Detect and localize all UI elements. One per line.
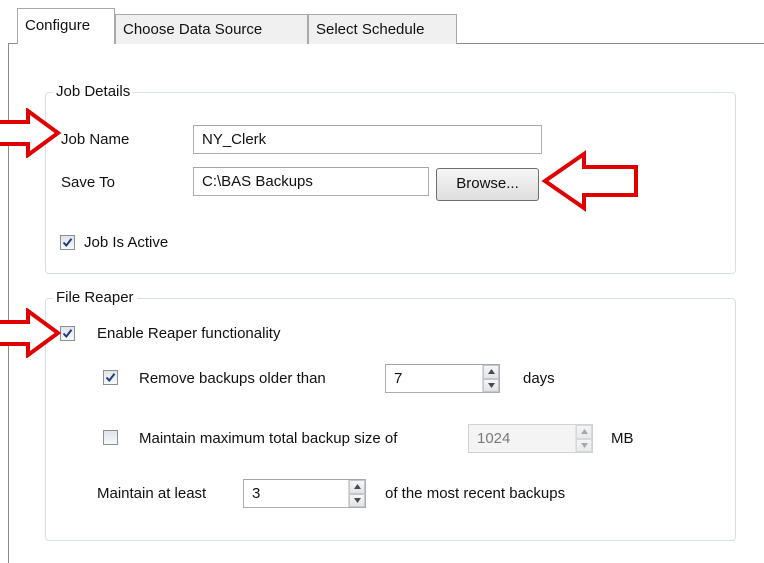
max-size-spinner[interactable] [575,425,592,452]
job-active-checkbox[interactable] [60,235,75,250]
enable-reaper-checkbox[interactable] [60,326,75,341]
remove-older-label: Remove backups older than [139,370,326,387]
job-name-input[interactable]: NY_Clerk [193,125,542,154]
maintain-count-spinner[interactable] [348,480,365,507]
save-to-label: Save To [61,174,115,191]
spin-down-icon[interactable] [576,438,592,452]
browse-button[interactable]: Browse... [436,168,539,201]
remove-unit-label: days [523,370,555,387]
tab-configure[interactable]: Configure [17,8,115,44]
maintain-suffix-label: of the most recent backups [385,485,566,502]
remove-days-spinner[interactable] [482,365,499,392]
arrow-right-icon [0,108,62,158]
spin-up-icon[interactable] [349,480,365,494]
arrow-right-icon [0,308,62,358]
enable-reaper-label: Enable Reaper functionality [97,325,281,342]
tab-select-schedule[interactable]: Select Schedule [308,14,457,44]
tab-choose-data-source[interactable]: Choose Data Source [115,14,308,44]
max-size-unit-label: MB [611,430,634,447]
spin-up-icon[interactable] [483,365,499,379]
spin-down-icon[interactable] [483,378,499,392]
job-active-label: Job Is Active [84,234,169,251]
job-name-label: Job Name [61,131,130,148]
remove-older-checkbox[interactable] [103,370,118,385]
max-size-label: Maintain maximum total backup size of [139,430,398,447]
file-reaper-legend: File Reaper [53,288,137,308]
max-size-checkbox[interactable] [103,430,118,445]
spin-down-icon[interactable] [349,493,365,507]
arrow-left-icon [541,150,638,212]
spin-up-icon[interactable] [576,425,592,439]
job-details-legend: Job Details [53,82,134,102]
maintain-at-least-label: Maintain at least [97,485,207,502]
save-to-input[interactable]: C:\BAS Backups [193,167,429,196]
